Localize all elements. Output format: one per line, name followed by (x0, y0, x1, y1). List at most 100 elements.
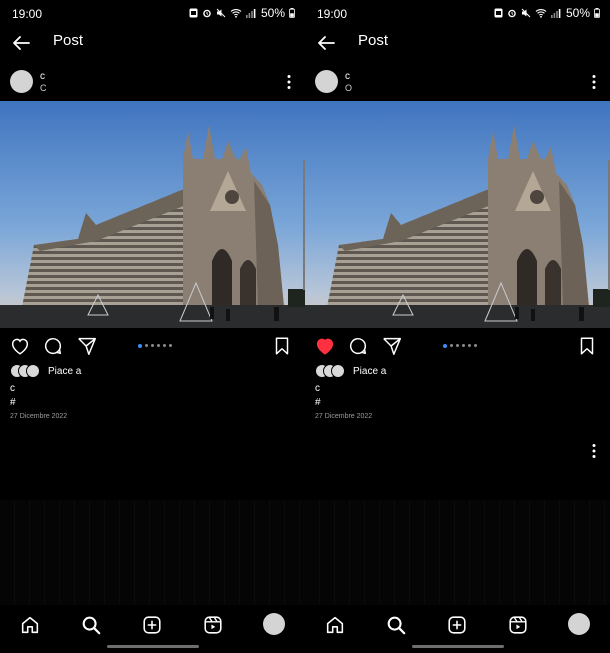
post-username[interactable]: c (345, 71, 350, 82)
post-date: 27 Dicembre 2022 (10, 413, 68, 420)
save-bookmark-icon[interactable] (576, 335, 598, 357)
carousel-dot (468, 344, 471, 347)
user-avatar[interactable] (10, 70, 33, 93)
carousel-dot (443, 343, 447, 348)
next-post-more-icon[interactable] (588, 441, 600, 461)
user-avatar[interactable] (315, 70, 338, 93)
carousel-dot (163, 344, 166, 347)
carousel-indicator (443, 343, 477, 348)
photo-notification-icon (494, 8, 503, 18)
page-title: Post (358, 32, 389, 49)
post-location[interactable]: O (345, 83, 352, 93)
photo-right-portal (545, 260, 561, 307)
caption-hashtag[interactable]: # (10, 397, 16, 408)
save-bookmark-icon[interactable] (271, 335, 293, 357)
caption-hashtag[interactable]: # (315, 397, 321, 408)
battery-icon (289, 8, 295, 18)
alarm-icon (507, 8, 517, 18)
home-indicator-bar[interactable] (107, 645, 199, 648)
phone-screen-right: 19:00 50% Post c O Piace a c # 27 Dicemb… (305, 0, 610, 653)
add-square-icon[interactable] (446, 614, 468, 636)
share-paper-plane-icon[interactable] (381, 335, 403, 357)
photo-ground (0, 305, 305, 328)
carousel-dot (474, 344, 477, 347)
photo-notification-icon (189, 8, 198, 18)
like-heart-icon[interactable] (314, 335, 336, 357)
back-arrow-icon[interactable] (10, 32, 32, 54)
post-actions (305, 335, 610, 357)
home-icon[interactable] (19, 614, 41, 636)
mute-icon (521, 8, 531, 18)
signal-icon (245, 8, 256, 18)
wifi-icon (535, 8, 547, 18)
photo-rose-window (530, 190, 544, 204)
photo-hedge (593, 289, 610, 307)
liker-avatar (26, 364, 40, 378)
caption-username[interactable]: c (315, 383, 320, 394)
post-location[interactable]: C (40, 83, 47, 93)
carousel-indicator (138, 343, 172, 348)
post-header: c O (305, 70, 610, 96)
photo-rose-window (225, 190, 239, 204)
back-arrow-icon[interactable] (315, 32, 337, 54)
post-photo-cathedral[interactable] (0, 101, 305, 328)
comment-icon[interactable] (347, 335, 369, 357)
next-post-placeholder (0, 500, 305, 605)
like-heart-icon[interactable] (9, 335, 31, 357)
likes-text[interactable]: Piace a (48, 366, 81, 377)
status-time: 19:00 (12, 7, 43, 21)
next-post-placeholder (305, 500, 610, 605)
post-actions (0, 335, 305, 357)
reels-icon[interactable] (507, 614, 529, 636)
battery-icon (594, 8, 600, 18)
add-square-icon[interactable] (141, 614, 163, 636)
carousel-dot (169, 344, 172, 347)
home-icon[interactable] (324, 614, 346, 636)
battery-text: 50% (565, 6, 590, 20)
likes-row[interactable]: Piace a (315, 364, 386, 378)
post-photo-cathedral[interactable] (305, 101, 610, 328)
likes-text[interactable]: Piace a (353, 366, 386, 377)
status-icons: 50% (494, 6, 600, 20)
alarm-icon (202, 8, 212, 18)
phone-screen-left: 19:00 50% Post c C Piace a c # 27 Dicemb… (0, 0, 305, 653)
more-vertical-icon[interactable] (588, 72, 600, 92)
search-icon[interactable] (385, 614, 407, 636)
app-header: Post (305, 28, 610, 56)
photo-person-3 (579, 307, 584, 321)
app-header: Post (0, 28, 305, 56)
photo-people (210, 307, 214, 319)
photo-person-2 (531, 309, 535, 321)
signal-icon (550, 8, 561, 18)
carousel-dot (456, 344, 459, 347)
battery-text: 50% (260, 6, 285, 20)
photo-ground (305, 305, 610, 328)
carousel-dot (138, 343, 142, 348)
status-icons: 50% (189, 6, 295, 20)
photo-people (515, 307, 519, 319)
bottom-navigation (305, 608, 610, 642)
search-icon[interactable] (80, 614, 102, 636)
likes-row[interactable]: Piace a (10, 364, 81, 378)
liker-avatar (331, 364, 345, 378)
carousel-dot (145, 344, 148, 347)
mute-icon (216, 8, 226, 18)
photo-left-portal (212, 249, 232, 307)
more-vertical-icon[interactable] (283, 72, 295, 92)
carousel-dot (151, 344, 154, 347)
share-paper-plane-icon[interactable] (76, 335, 98, 357)
post-username[interactable]: c (40, 71, 45, 82)
home-indicator-bar[interactable] (412, 645, 504, 648)
wifi-icon (230, 8, 242, 18)
profile-avatar[interactable] (263, 613, 285, 635)
profile-avatar[interactable] (568, 613, 590, 635)
photo-right-portal (240, 260, 256, 307)
comment-icon[interactable] (42, 335, 64, 357)
photo-hedge (288, 289, 305, 307)
reels-icon[interactable] (202, 614, 224, 636)
carousel-dot (157, 344, 160, 347)
caption-username[interactable]: c (10, 383, 15, 394)
status-time: 19:00 (317, 7, 348, 21)
photo-person-2 (226, 309, 230, 321)
photo-left-portal (517, 249, 537, 307)
